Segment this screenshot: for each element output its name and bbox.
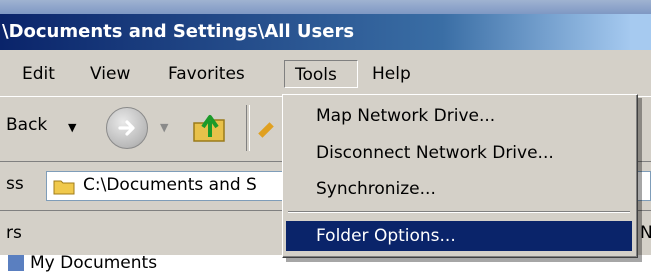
menu-item-map-network-drive[interactable]: Map Network Drive... — [286, 101, 632, 131]
back-dropdown-icon[interactable]: ▼ — [68, 121, 76, 134]
title-bar-end — [630, 14, 651, 50]
window-title: \Documents and Settings\All Users — [2, 21, 355, 42]
address-label: ss — [6, 174, 24, 194]
menu-view[interactable]: View — [80, 60, 140, 88]
menu-item-disconnect-network-drive[interactable]: Disconnect Network Drive... — [286, 138, 632, 168]
explorer-window: \Documents and Settings\All Users Edit V… — [0, 0, 651, 273]
my-documents-icon[interactable] — [8, 255, 24, 271]
panel-right-label: N — [640, 223, 651, 243]
up-folder-icon[interactable] — [190, 107, 230, 147]
list-item[interactable]: My Documents — [30, 253, 157, 273]
menu-separator — [288, 211, 630, 213]
back-button[interactable]: Back — [6, 115, 47, 135]
title-bar[interactable]: \Documents and Settings\All Users — [0, 14, 632, 50]
menu-item-synchronize[interactable]: Synchronize... — [286, 174, 632, 204]
back-button-label: Back — [6, 115, 48, 135]
folder-icon — [53, 180, 75, 195]
menu-bar: Edit View Favorites Tools Help — [0, 52, 651, 97]
panel-label: rs — [6, 223, 22, 243]
menu-item-folder-options[interactable]: Folder Options... — [286, 221, 632, 251]
address-value: C:\Documents and S — [83, 175, 257, 195]
forward-arrow-icon[interactable] — [106, 107, 148, 149]
tools-menu-dropdown: Map Network Drive... Disconnect Network … — [282, 94, 638, 258]
menu-tools[interactable]: Tools — [284, 60, 358, 88]
window-top-strip — [0, 0, 651, 14]
menu-favorites[interactable]: Favorites — [158, 60, 255, 88]
toolbar-separator — [246, 105, 250, 151]
search-icon[interactable] — [258, 122, 274, 138]
forward-dropdown-icon[interactable]: ▼ — [160, 121, 168, 134]
menu-help[interactable]: Help — [362, 60, 421, 88]
menu-edit[interactable]: Edit — [12, 60, 65, 88]
